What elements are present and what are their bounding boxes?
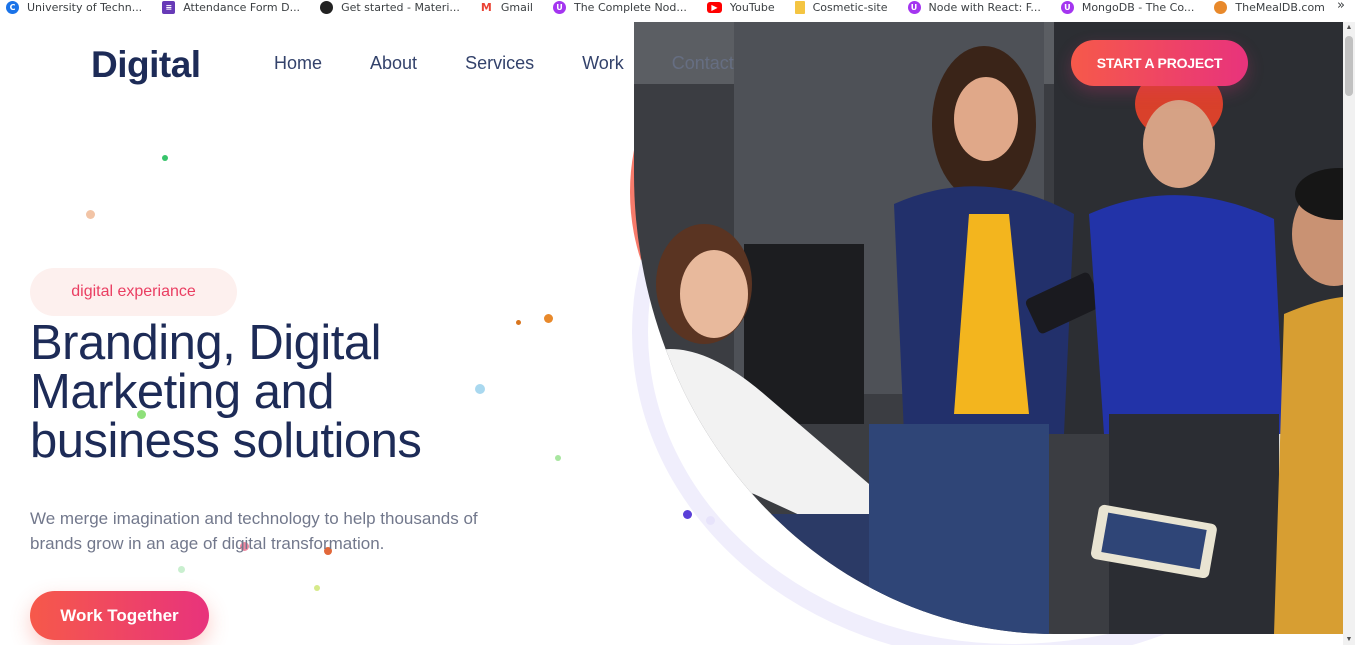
scroll-down-arrow-icon[interactable]: ▼ — [1345, 636, 1353, 643]
decorative-dot — [706, 516, 715, 525]
bookmark-item[interactable]: U The Complete Nod... — [547, 0, 687, 14]
youtube-icon: ▶ — [706, 1, 722, 13]
site-logo[interactable]: Digital — [91, 44, 201, 86]
headline-line: business solutions — [30, 414, 422, 468]
bookmark-item[interactable]: Cosmetic-site — [789, 0, 888, 14]
udemy-icon: U — [907, 0, 921, 14]
nav-contact[interactable]: Contact — [672, 53, 734, 74]
start-project-button[interactable]: START A PROJECT — [1071, 40, 1248, 86]
hero-headline: Branding, Digital Marketing and business… — [30, 319, 550, 466]
udemy-icon: U — [1060, 0, 1074, 14]
decorative-dot — [555, 455, 561, 461]
form-icon: ≡ — [162, 0, 176, 14]
headline-line: Branding, Digital — [30, 316, 382, 370]
bookmark-item[interactable]: U MongoDB - The Co... — [1055, 0, 1194, 14]
hero-subtitle: We merge imagination and technology to h… — [30, 506, 530, 556]
main-nav: Home About Services Work Contact — [274, 53, 782, 74]
nav-about[interactable]: About — [370, 53, 417, 74]
decorative-dot — [683, 510, 692, 519]
c-icon: C — [6, 0, 19, 14]
folder-icon — [794, 0, 805, 14]
gmail-icon: M — [479, 0, 493, 14]
page: Digital Home About Services Work Contact… — [0, 22, 1343, 645]
decorative-dot — [178, 566, 185, 573]
page-scrollbar[interactable]: ▲ ▼ — [1343, 22, 1355, 645]
github-icon — [320, 0, 334, 14]
bookmark-item[interactable]: C University of Techn... — [0, 0, 142, 14]
bookmark-item[interactable]: TheMealDB.com — [1208, 0, 1325, 14]
nav-home[interactable]: Home — [274, 53, 322, 74]
subtitle-line: We merge imagination and technology to h… — [30, 509, 478, 528]
nav-work[interactable]: Work — [582, 53, 624, 74]
bookmark-item[interactable]: U Node with React: F... — [902, 0, 1041, 14]
bookmark-item[interactable]: ▶ YouTube — [701, 0, 775, 14]
tag-pill: digital experiance — [30, 268, 237, 316]
bookmarks-bar: C University of Techn... ≡ Attendance Form… — [0, 0, 1355, 14]
meal-icon — [1214, 0, 1228, 14]
decorative-dot — [86, 210, 95, 219]
bookmarks-more-button[interactable]: » — [1337, 0, 1345, 13]
bookmark-item[interactable]: Get started - Materi... — [314, 0, 460, 14]
subtitle-line: brands grow in an age of digital transfo… — [30, 534, 385, 553]
bookmark-item[interactable]: ≡ Attendance Form D... — [156, 0, 300, 14]
scroll-up-arrow-icon[interactable]: ▲ — [1345, 24, 1353, 31]
scroll-thumb[interactable] — [1345, 36, 1353, 96]
work-together-button[interactable]: Work Together — [30, 591, 209, 640]
headline-line: Marketing and — [30, 365, 335, 419]
decorative-dot — [162, 155, 168, 161]
bookmark-item[interactable]: M Gmail — [474, 0, 533, 14]
nav-services[interactable]: Services — [465, 53, 534, 74]
decorative-dot — [314, 585, 320, 591]
udemy-icon: U — [552, 0, 566, 14]
